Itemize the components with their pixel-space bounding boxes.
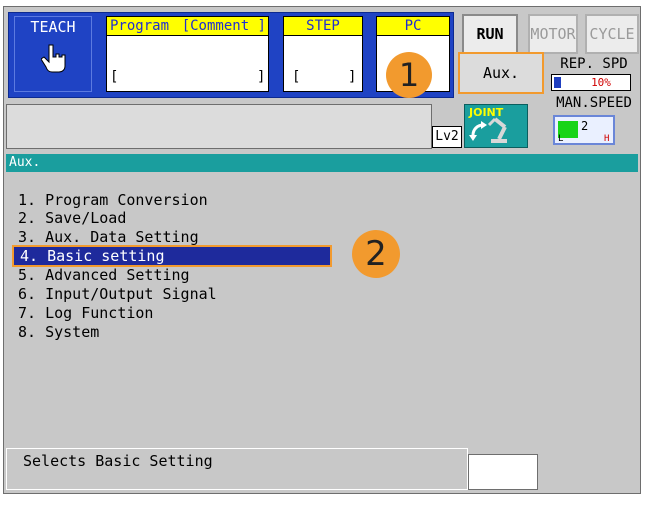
status-message: Selects Basic Setting bbox=[23, 452, 213, 470]
menu-item-program-conversion[interactable]: 1. Program Conversion bbox=[18, 191, 208, 209]
motor-button[interactable]: MOTOR bbox=[528, 14, 578, 54]
rep-speed-fill bbox=[554, 77, 561, 88]
program-header: Program [Comment ] bbox=[107, 17, 268, 36]
cycle-button[interactable]: CYCLE bbox=[585, 14, 639, 54]
menu-item-save-load[interactable]: 2. Save/Load bbox=[18, 209, 126, 227]
rep-speed-bar: 10% bbox=[551, 74, 631, 91]
teach-mode-label: TEACH bbox=[30, 18, 76, 36]
manual-speed-high-label: H bbox=[604, 134, 610, 144]
message-line bbox=[6, 104, 432, 149]
callout-marker-2: 2 bbox=[352, 230, 400, 278]
program-bracket-right: ] bbox=[257, 69, 266, 85]
status-input-box bbox=[468, 454, 538, 490]
menu-item-advanced-setting[interactable]: 5. Advanced Setting bbox=[18, 266, 190, 284]
menu-item-aux-data-setting[interactable]: 3. Aux. Data Setting bbox=[18, 228, 199, 246]
callout-marker-1: 1 bbox=[386, 52, 432, 98]
coordinate-indicator[interactable]: JOINT bbox=[464, 104, 528, 148]
aux-menu-window: 1. Program Conversion 2. Save/Load 3. Au… bbox=[6, 172, 638, 444]
comment-label: [Comment ] bbox=[181, 18, 266, 34]
program-bracket-left: [ bbox=[110, 69, 119, 85]
manual-speed-label: MAN.SPEED bbox=[556, 95, 632, 111]
menu-item-basic-setting[interactable]: 4. Basic setting bbox=[12, 245, 332, 267]
program-field[interactable]: Program [Comment ] [ ] bbox=[106, 16, 269, 92]
rep-speed-label: REP. SPD bbox=[560, 56, 628, 72]
menu-item-input-output-signal[interactable]: 6. Input/Output Signal bbox=[18, 285, 217, 303]
step-bracket-right: ] bbox=[348, 69, 357, 85]
robot-arm-icon bbox=[469, 117, 507, 143]
rep-speed-value: 10% bbox=[591, 76, 611, 89]
program-label: Program bbox=[110, 18, 170, 34]
window-title-bar: Aux. bbox=[6, 154, 638, 172]
manual-speed-low-label: L bbox=[558, 134, 564, 144]
security-level: Lv2 bbox=[432, 126, 462, 148]
manual-speed-value: 2 bbox=[581, 119, 589, 133]
hand-pointer-icon bbox=[41, 44, 66, 73]
step-field[interactable]: STEP [ ] bbox=[283, 16, 363, 92]
teach-mode-indicator[interactable]: TEACH bbox=[14, 16, 92, 92]
manual-speed-indicator[interactable]: 2 L H bbox=[553, 115, 615, 145]
run-button[interactable]: RUN bbox=[462, 14, 518, 54]
step-header: STEP bbox=[284, 17, 362, 36]
step-bracket-left: [ bbox=[292, 69, 301, 85]
aux-button[interactable]: Aux. bbox=[458, 52, 544, 94]
status-bar: Selects Basic Setting bbox=[6, 448, 468, 490]
menu-item-log-function[interactable]: 7. Log Function bbox=[18, 304, 153, 322]
menu-item-system[interactable]: 8. System bbox=[18, 323, 99, 341]
pc-header: PC bbox=[377, 17, 449, 36]
